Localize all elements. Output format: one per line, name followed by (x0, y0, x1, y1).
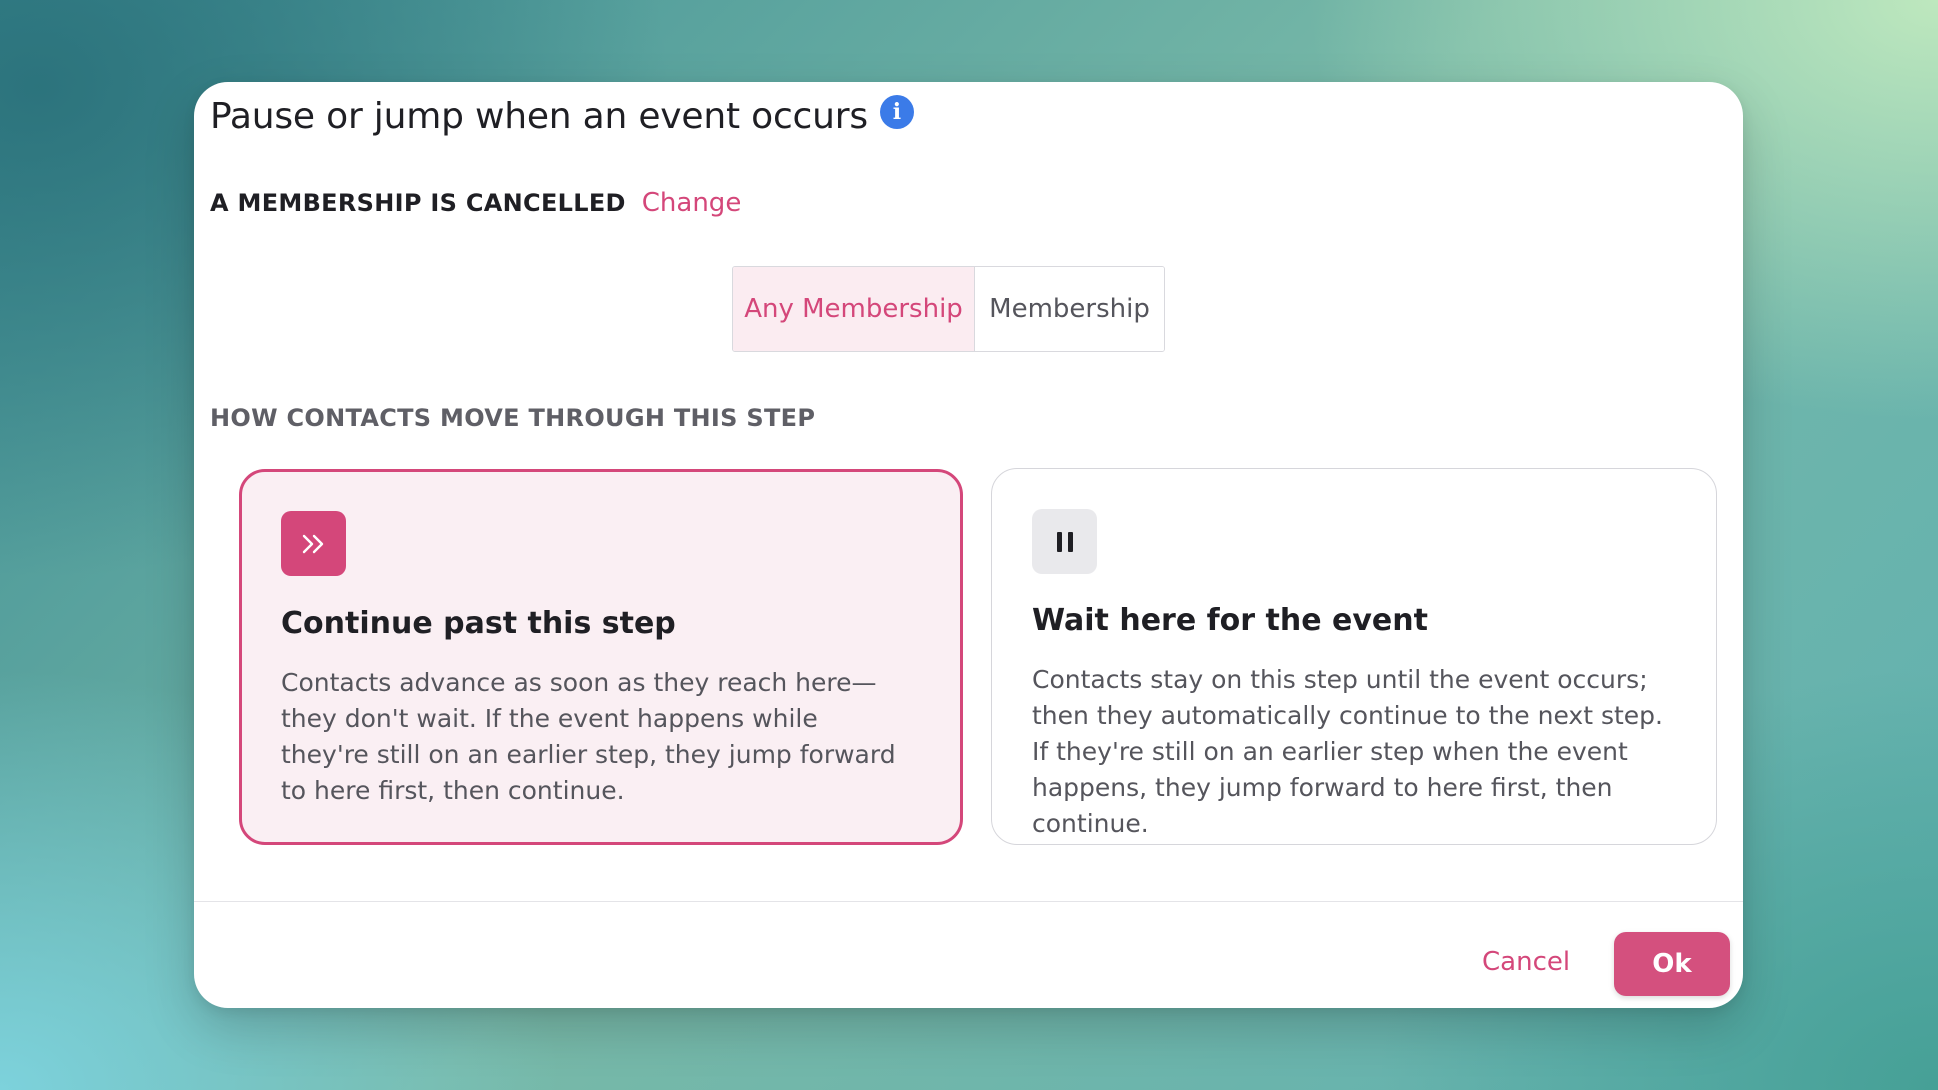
pause-icon (1032, 509, 1097, 574)
ok-button[interactable]: Ok (1614, 932, 1730, 996)
footer-divider (194, 901, 1743, 902)
option-wait-card[interactable]: Wait here for the event Contacts stay on… (991, 468, 1717, 845)
dialog-header: Pause or jump when an event occurs i (210, 94, 914, 137)
change-event-link[interactable]: Change (642, 188, 742, 218)
dialog-title: Pause or jump when an event occurs (210, 96, 868, 137)
cancel-button[interactable]: Cancel (1474, 932, 1578, 992)
movement-heading: HOW CONTACTS MOVE THROUGH THIS STEP (210, 404, 816, 432)
segment-membership[interactable]: Membership (975, 267, 1164, 351)
info-icon[interactable]: i (879, 94, 914, 129)
option-wait-title: Wait here for the event (1032, 603, 1428, 638)
option-continue-card[interactable]: Continue past this step Contacts advance… (239, 469, 963, 845)
option-continue-description: Contacts advance as soon as they reach h… (281, 668, 896, 805)
event-name: A MEMBERSHIP IS CANCELLED (210, 189, 626, 217)
option-wait-description: Contacts stay on this step until the eve… (1032, 665, 1663, 838)
event-row: A MEMBERSHIP IS CANCELLED Change (210, 188, 741, 218)
segment-any-membership[interactable]: Any Membership (733, 267, 975, 351)
membership-filter: Any Membership Membership (732, 266, 1165, 352)
event-dialog: Pause or jump when an event occurs i A M… (194, 82, 1743, 1008)
option-continue-title: Continue past this step (281, 606, 676, 641)
double-chevron-right-icon (281, 511, 346, 576)
